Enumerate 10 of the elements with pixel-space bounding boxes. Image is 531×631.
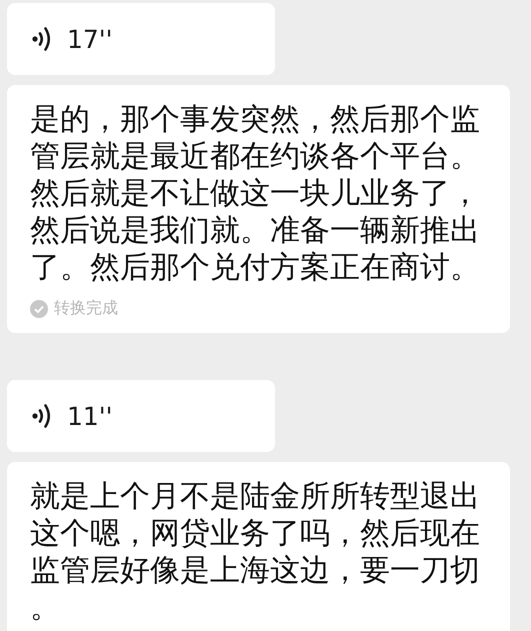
voice-duration: 11'' bbox=[67, 402, 113, 430]
voice-wave-icon bbox=[31, 25, 53, 53]
transcript-text: 是的，那个事发突然，然后那个监管层就是最近都在约谈各个平台。然后就是不让做这一块儿业务了，然后说是我们就。准备一辆新推出了。然后那个兑付方案正在商讨。 bbox=[30, 101, 481, 286]
voice-message-bubble[interactable]: 11'' bbox=[7, 380, 275, 452]
check-circle-icon bbox=[30, 300, 48, 318]
voice-duration: 17'' bbox=[67, 24, 113, 54]
conversion-status: 转换完成 bbox=[54, 298, 118, 319]
voice-message-bubble[interactable]: 17'' bbox=[7, 3, 275, 75]
voice-wave-icon bbox=[31, 402, 53, 430]
transcript-text: 就是上个月不是陆金所所转型退出这个嗯，网贷业务了吗，然后现在监管层好像是上海这边，要一刀切。 bbox=[30, 478, 481, 626]
